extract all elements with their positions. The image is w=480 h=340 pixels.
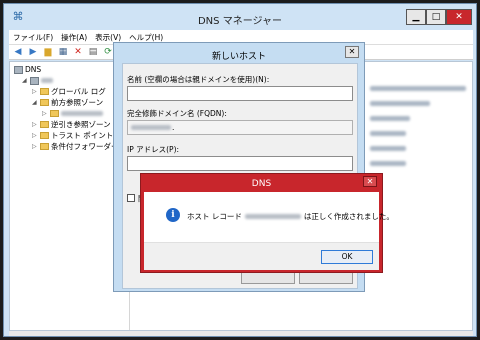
record-row bbox=[370, 86, 466, 91]
expand-arrow-icon[interactable]: ▷ bbox=[32, 86, 38, 97]
tree-node-server[interactable]: ◢ bbox=[22, 75, 53, 86]
dns-root-icon bbox=[14, 65, 23, 74]
back-arrow-icon[interactable]: ◀ bbox=[12, 47, 24, 58]
tree-node-trust-points[interactable]: ▷ トラスト ポイント bbox=[32, 130, 113, 141]
expand-arrow-icon[interactable]: ▷ bbox=[32, 130, 38, 141]
tree-label-forward-zones: 前方参照ゾーン bbox=[51, 98, 104, 107]
collapse-arrow-icon[interactable]: ◢ bbox=[32, 97, 38, 108]
message-prefix: ホスト レコード bbox=[187, 212, 242, 221]
info-icon: i bbox=[166, 208, 180, 222]
ip-address-label: IP アドレス(P): bbox=[127, 145, 180, 154]
record-row bbox=[370, 161, 406, 166]
message-suffix: は正しく作成されました。 bbox=[303, 212, 394, 221]
fqdn-field: . bbox=[127, 120, 353, 135]
tree-label-dns: DNS bbox=[25, 65, 42, 74]
dns-dialog-body: i ホスト レコード は正しく作成されました。 OK bbox=[144, 192, 394, 270]
minimize-button[interactable]: ▁ bbox=[406, 9, 426, 25]
forward-arrow-icon[interactable]: ▶ bbox=[27, 47, 39, 58]
status-bar bbox=[9, 331, 473, 336]
record-row bbox=[370, 146, 406, 151]
up-folder-icon[interactable]: ▆ bbox=[42, 47, 54, 58]
tree-node-dns[interactable]: DNS bbox=[14, 64, 41, 75]
zone-name-redacted bbox=[61, 111, 103, 116]
expand-arrow-icon[interactable]: ▷ bbox=[32, 141, 38, 152]
tree-label-reverse-zones: 逆引き参照ゾーン bbox=[51, 120, 111, 129]
menu-help[interactable]: ヘルプ(H) bbox=[129, 32, 163, 43]
record-row bbox=[370, 116, 410, 121]
host-name-redacted bbox=[244, 214, 301, 219]
server-icon bbox=[30, 76, 39, 85]
record-row bbox=[370, 101, 430, 106]
fqdn-redacted bbox=[131, 125, 171, 130]
console-tree: DNS ◢ ▷ グローバル ログ ◢ 前方参照ゾーン ▷ ▷ 逆引き参照ゾーン … bbox=[10, 62, 130, 330]
record-row bbox=[370, 131, 406, 136]
tree-node-forward-zones[interactable]: ◢ 前方参照ゾーン bbox=[32, 97, 103, 108]
maximize-button[interactable]: □ bbox=[426, 9, 446, 25]
zone-icon bbox=[50, 110, 59, 117]
dns-dialog-footer: OK bbox=[144, 242, 379, 270]
show-hide-tree-icon[interactable]: ▦ bbox=[57, 47, 69, 58]
title-bar: ⌘ DNS マネージャー ▁ □ ✕ bbox=[4, 4, 476, 30]
ptr-checkbox[interactable] bbox=[127, 194, 135, 202]
dns-confirmation-dialog: DNS ✕ i ホスト レコード は正しく作成されました。 OK bbox=[140, 173, 394, 273]
collapse-arrow-icon[interactable]: ◢ bbox=[22, 75, 28, 86]
folder-icon bbox=[40, 99, 49, 106]
tree-node-global-logs[interactable]: ▷ グローバル ログ bbox=[32, 86, 106, 97]
folder-icon bbox=[40, 88, 49, 95]
expand-arrow-icon[interactable]: ▷ bbox=[32, 119, 38, 130]
menu-action[interactable]: 操作(A) bbox=[61, 32, 87, 43]
tree-label-trust-points: トラスト ポイント bbox=[51, 131, 114, 140]
records-list-redacted bbox=[370, 86, 470, 176]
fqdn-label: 完全修飾ドメイン名 (FQDN): bbox=[127, 109, 227, 118]
folder-icon bbox=[40, 143, 49, 150]
name-label: 名前 (空欄の場合は親ドメインを使用)(N): bbox=[127, 75, 270, 84]
delete-icon[interactable]: ✕ bbox=[72, 47, 84, 58]
properties-icon[interactable]: ▤ bbox=[87, 47, 99, 58]
folder-icon bbox=[40, 121, 49, 128]
ip-address-input[interactable] bbox=[127, 156, 353, 171]
fqdn-value: . bbox=[172, 123, 175, 132]
new-host-dialog-title: 新しいホスト bbox=[211, 52, 266, 62]
folder-icon bbox=[40, 132, 49, 139]
menu-file[interactable]: ファイル(F) bbox=[13, 32, 53, 43]
new-host-close-button[interactable]: ✕ bbox=[345, 46, 359, 58]
close-button[interactable]: ✕ bbox=[446, 9, 472, 25]
success-message: ホスト レコード は正しく作成されました。 bbox=[187, 211, 394, 222]
dns-dialog-title: DNS bbox=[251, 179, 272, 189]
dns-dialog-close-button[interactable]: ✕ bbox=[363, 176, 377, 187]
tree-node-zone[interactable]: ▷ bbox=[42, 108, 103, 119]
tree-label-global-logs: グローバル ログ bbox=[51, 87, 106, 96]
tree-node-conditional-forwarders[interactable]: ▷ 条件付フォワーダー bbox=[32, 141, 119, 152]
tree-node-reverse-zones[interactable]: ▷ 逆引き参照ゾーン bbox=[32, 119, 111, 130]
name-input[interactable] bbox=[127, 86, 353, 101]
tree-label-conditional-forwarders: 条件付フォワーダー bbox=[51, 142, 119, 151]
ok-button[interactable]: OK bbox=[321, 250, 373, 264]
expand-arrow-icon[interactable]: ▷ bbox=[42, 108, 48, 119]
menu-view[interactable]: 表示(V) bbox=[95, 32, 121, 43]
server-name-redacted bbox=[41, 78, 53, 83]
